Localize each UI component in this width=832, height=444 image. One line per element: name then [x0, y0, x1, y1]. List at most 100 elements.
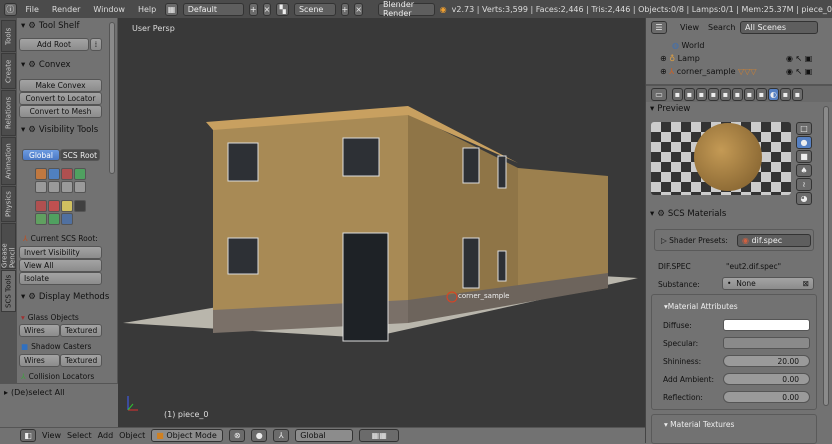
visibility-sign-icon[interactable] — [48, 200, 60, 212]
clear-icon[interactable]: ⊠ — [803, 279, 809, 288]
tab-scs-tools[interactable]: SCS Tools — [1, 270, 16, 312]
editor-type-3d-icon[interactable]: ◧ — [20, 429, 36, 442]
remove-scene-icon[interactable]: × — [354, 2, 364, 16]
visibility-traffic-icon[interactable] — [74, 200, 86, 212]
outliner-type-icon[interactable]: ☰ — [651, 21, 667, 34]
pivot-icon[interactable]: ⊗ — [229, 429, 246, 442]
layout-field[interactable]: Default — [182, 2, 244, 16]
scene-icon[interactable]: ▚ — [276, 2, 289, 16]
layout-icon[interactable]: ▦ — [165, 2, 178, 16]
visibility-shadow-icon[interactable] — [48, 168, 60, 180]
visibility-mesh-icon[interactable] — [35, 168, 47, 180]
world-tab-icon[interactable]: ▪ — [708, 87, 719, 101]
view-all-button[interactable]: View All — [19, 259, 102, 272]
preview-monkey-icon[interactable]: ♠ — [796, 164, 812, 177]
panel-tool-shelf[interactable]: ▾ ⚙ Tool Shelf — [21, 21, 80, 31]
visibility-trigger-icon[interactable] — [61, 213, 73, 225]
visibility-glass-icon[interactable] — [61, 168, 73, 180]
3d-viewport[interactable]: User Persp corner_sample (1) piece_0 — [118, 18, 645, 427]
tab-grease-pencil[interactable]: Grease Pencil — [1, 223, 17, 269]
global-toggle[interactable]: Global — [22, 149, 60, 161]
tab-tools[interactable]: Tools — [1, 20, 16, 52]
editor-type-icon[interactable]: ⓘ — [4, 2, 17, 16]
panel-display-methods[interactable]: ▾ ⚙ Display Methods — [21, 292, 109, 302]
menu-window[interactable]: Window — [89, 5, 129, 14]
scs-root-toggle[interactable]: SCS Root — [60, 149, 100, 161]
visibility-curve-icon[interactable] — [35, 213, 47, 225]
menu-select[interactable]: Select — [67, 431, 92, 440]
visibility-collision-icon[interactable] — [74, 168, 86, 180]
scene-tab-icon[interactable]: ▪ — [696, 87, 707, 101]
panel-material-textures[interactable]: ▾ Material Textures — [664, 420, 734, 429]
convert-to-locator-button[interactable]: Convert to Locator — [19, 92, 102, 105]
panel-preview[interactable]: ▾ Preview — [650, 104, 690, 114]
visibility-light-icon[interactable] — [61, 200, 73, 212]
data-tab-icon[interactable]: ▪ — [756, 87, 767, 101]
visibility-eye-icon[interactable]: ◉ ↖ ▣ — [786, 54, 812, 63]
preview-sky-icon[interactable]: ◕ — [796, 192, 812, 205]
visibility-prefab-locator-icon[interactable] — [61, 181, 73, 193]
properties-scrollbar[interactable] — [823, 106, 829, 406]
remove-layout-icon[interactable]: × — [262, 2, 272, 16]
properties-type-icon[interactable]: ▭ — [651, 87, 667, 101]
panel-scs-materials[interactable]: ▾ ⚙ SCS Materials — [650, 209, 726, 219]
outliner-item-lamp[interactable]: ⊕ ♁ Lamp — [660, 54, 700, 63]
outliner-item-world[interactable]: ◍ World — [672, 41, 704, 50]
material-tab-icon[interactable]: ◐ — [768, 87, 779, 101]
isolate-button[interactable]: Isolate — [19, 272, 102, 285]
tab-relations[interactable]: Relations — [1, 90, 16, 136]
scene-field[interactable]: Scene — [293, 2, 336, 16]
visibility-nav-icon[interactable] — [35, 200, 47, 212]
preview-plane-icon[interactable]: □ — [796, 122, 812, 135]
glass-textured-button[interactable]: Textured — [60, 324, 102, 337]
object-tab-icon[interactable]: ▪ — [720, 87, 731, 101]
menu-render[interactable]: Render — [48, 5, 84, 14]
shininess-slider[interactable]: 20.00 — [723, 355, 810, 367]
visibility-model-locator-icon[interactable] — [48, 181, 60, 193]
deselect-all-panel[interactable]: ▸ (De)select All — [4, 388, 65, 397]
tab-physics[interactable]: Physics — [1, 186, 16, 222]
visibility-map-icon[interactable] — [48, 213, 60, 225]
visibility-collision-locator-icon[interactable] — [74, 181, 86, 193]
layers-tab-icon[interactable]: ▪ — [684, 87, 695, 101]
visibility-locator-icon[interactable] — [35, 181, 47, 193]
substance-field[interactable]: • None ⊠ — [722, 277, 814, 290]
texture-tab-icon[interactable]: ▪ — [780, 87, 791, 101]
convert-to-mesh-button[interactable]: Convert to Mesh — [19, 105, 102, 118]
glass-wires-button[interactable]: Wires — [19, 324, 60, 337]
specular-color-swatch[interactable] — [723, 337, 810, 349]
menu-object[interactable]: Object — [119, 431, 145, 440]
shader-preset-select[interactable]: ◉ dif.spec — [737, 234, 811, 247]
outliner-item-corner-sample[interactable]: ⊕ ⅄ corner_sample ▽▽▽ — [660, 67, 757, 76]
tab-create[interactable]: Create — [1, 53, 16, 89]
make-convex-button[interactable]: Make Convex — [19, 79, 102, 92]
visibility-eye-icon[interactable]: ◉ ↖ ▣ — [786, 67, 812, 76]
preview-hair-icon[interactable]: ≀ — [796, 178, 812, 191]
display-mode-select[interactable]: All Scenes — [740, 21, 818, 34]
constraints-tab-icon[interactable]: ▪ — [732, 87, 743, 101]
add-layout-icon[interactable]: + — [248, 2, 258, 16]
panel-convex[interactable]: ▾ ⚙ Convex — [21, 60, 71, 70]
shadow-textured-button[interactable]: Textured — [60, 354, 102, 367]
diffuse-color-swatch[interactable] — [723, 319, 810, 331]
panel-visibility-tools[interactable]: ▾ ⚙ Visibility Tools — [21, 125, 98, 135]
add-scene-icon[interactable]: + — [340, 2, 350, 16]
root-options-button[interactable]: ⁞ — [90, 38, 102, 51]
tab-animation[interactable]: Animation — [1, 137, 16, 185]
modifiers-tab-icon[interactable]: ▪ — [744, 87, 755, 101]
invert-visibility-button[interactable]: Invert Visibility — [19, 246, 102, 259]
preview-cube-icon[interactable]: ■ — [796, 150, 812, 163]
shadow-wires-button[interactable]: Wires — [19, 354, 60, 367]
outliner-view-menu[interactable]: View — [680, 23, 699, 32]
preview-sphere-icon[interactable]: ● — [796, 136, 812, 149]
shading-icon[interactable]: ● — [251, 429, 268, 442]
particles-tab-icon[interactable]: ▪ — [792, 87, 803, 101]
outliner-search-menu[interactable]: Search — [708, 23, 735, 32]
orientation-select[interactable]: Global — [295, 429, 354, 442]
menu-add[interactable]: Add — [98, 431, 114, 440]
menu-file[interactable]: File — [22, 5, 43, 14]
layers-icon[interactable]: ▦▦ — [359, 429, 400, 442]
render-engine-select[interactable]: Blender Render — [378, 0, 435, 18]
mode-select[interactable]: ■ Object Mode — [151, 429, 224, 442]
menu-help[interactable]: Help — [134, 5, 160, 14]
